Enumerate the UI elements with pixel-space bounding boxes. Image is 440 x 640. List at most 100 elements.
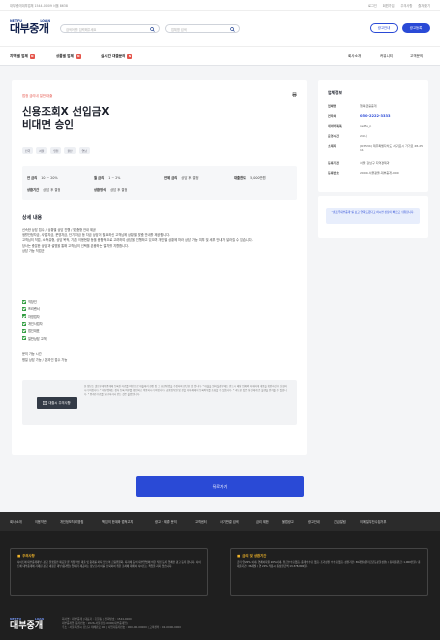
alert-icon <box>43 401 48 405</box>
login-link[interactable]: 로그인 <box>368 3 377 8</box>
footer-link[interactable]: 이용약관 <box>35 519 47 524</box>
footer-link[interactable]: 개인정보처리방침 <box>60 519 83 524</box>
footer-link[interactable]: 책임의 한계와 법적고지 <box>102 519 133 524</box>
footer-warning-text: 사이트에 대부중개대부, 광고 플랫폼만 제공할 뿐 직접적인 대출 및 중개를… <box>17 561 201 569</box>
top-utility-bar: 대부중개대부업체 1544-0009 서울 8638 로그인 회원가입 주의사항… <box>0 0 440 11</box>
footer-warning-box: ■ 주의사항 사이트에 대부중개대부, 광고 플랫폼만 제공할 뿐 직접적인 대출… <box>10 548 208 596</box>
top-contact-text: 대부중개대부업체 1544-0009 서울 8638 <box>10 4 68 8</box>
search-icon[interactable] <box>230 26 235 32</box>
footer-rate-box: ■ 금리 및 상환기간 금리 연20% 이내, 연체이자율 20%이내, 취급수수… <box>230 548 428 596</box>
company-search-input[interactable]: 업체명 검색 <box>165 24 240 33</box>
footer-link[interactable]: 회사소개 <box>10 519 22 524</box>
annual-rate: 연 금리 10 ~ 20% <box>27 176 58 180</box>
nav-item-region[interactable]: 지역별 업체 N <box>10 54 35 59</box>
signup-link[interactable]: 회원가입 <box>383 3 395 8</box>
loan-limit: 대출한도 5,000만원 <box>234 176 266 180</box>
region-tag: 서울 <box>36 147 48 154</box>
footer-info-line: 주소 : 서울특별시 강남구 테헤란로 00 | 사업자등록번호 : 000-0… <box>62 625 181 630</box>
extra-line: 평일 상담 가능 / 온라인 접수 가능 <box>22 357 68 362</box>
list-item: 개인사업자 <box>22 320 47 327</box>
listing-category: 법정 금리내 일반대출 <box>22 94 53 98</box>
print-icon[interactable] <box>292 92 297 97</box>
checkbox-icon <box>22 299 26 304</box>
region-tag: 울산 <box>64 147 76 154</box>
nav-item-contact[interactable]: 고객문의 <box>410 54 423 59</box>
detail-section-title: 상세 내용 <box>22 215 43 221</box>
bookmark-link[interactable]: 즐겨찾기 <box>418 3 430 8</box>
footer-link[interactable]: 불법광고 <box>282 519 294 524</box>
new-badge: N <box>29 54 35 59</box>
nav-item-label: 지역별 업체 <box>10 54 28 58</box>
keyword-search-input[interactable]: 검색어를 입력해주세요 <box>60 24 160 33</box>
warning-icon: ■ <box>17 553 21 558</box>
ad-info-button[interactable]: 광고안내 <box>370 23 398 33</box>
checkbox-icon <box>22 321 26 326</box>
ad-register-button[interactable]: 광고등록 <box>402 23 430 33</box>
contact-tip-banner: "넷프루대부중개"를 보고 연락드렸다고 하시면 상담이 빠르고 쉬워집니다. <box>318 196 428 238</box>
back-button[interactable]: 뒤로가기 <box>136 476 304 497</box>
site-footer: ■ 주의사항 사이트에 대부중개대부, 광고 플랫폼만 제공할 뿐 직접적인 대출… <box>0 531 440 640</box>
site-header: NETFU LOAN 대부중개 검색어를 입력해주세요 업체명 검색 광고안내 광… <box>0 11 440 46</box>
footer-logo: NETFU LOAN 대부중개 <box>10 617 44 631</box>
repay-method: 상환방식 상담 후 결정 <box>94 188 128 192</box>
detail-line: 상담 가능 직업군 <box>22 248 45 253</box>
nav-item-label: 상품별 업체 <box>56 54 74 58</box>
footer-rate-title: ■ 금리 및 상환기간 <box>237 553 267 559</box>
nav-item-about[interactable]: 회사소개 <box>348 54 361 59</box>
region-tags: 전국 서울 인천 울산 연남 <box>22 147 90 154</box>
repay-period: 상환기간 상담 후 결정 <box>27 188 61 192</box>
site-logo[interactable]: NETFU LOAN 대부중개 <box>10 19 50 35</box>
search-icon[interactable] <box>150 26 155 32</box>
notice-text: 본 정보는 넷프루대부중개에 등록된 자료를 바탕으로 대출에서 현장 및 그 … <box>84 385 287 397</box>
notice-label: 대출시 주의사항 <box>37 397 77 409</box>
footer-link[interactable]: 광고 · 제휴 문의 <box>155 519 177 524</box>
footer-link[interactable]: 사기판결 검색 <box>220 519 239 524</box>
keyword-search-placeholder: 검색어를 입력해주세요 <box>66 28 97 32</box>
top-links: 로그인 회원가입 주의사항 즐겨찾기 <box>368 3 430 8</box>
notice-link[interactable]: 주의사항 <box>401 3 413 8</box>
main-nav: 지역별 업체 N 상품별 업체 N 실시간 대출문의 N 회사소개 커뮤니티 고… <box>0 46 440 66</box>
footer-link[interactable]: 고객센터 <box>195 519 207 524</box>
occupation-checklist: 직장인 프리랜서 자영업자 개인사업자 법인대표 일반상담 고객 <box>22 298 47 342</box>
monthly-rate: 월 금리 1 ~ 2% <box>94 176 121 180</box>
footer-nav: 회사소개 이용약관 개인정보처리방침 책임의 한계와 법적고지 광고 · 제휴 … <box>0 512 440 531</box>
phone-link[interactable]: 050-2222-3333 <box>360 114 424 118</box>
footer-link[interactable]: 긴급알림 <box>334 519 346 524</box>
footer-link[interactable]: 이메일무단수집거부 <box>360 519 386 524</box>
region-tag: 전국 <box>22 147 34 154</box>
listing-title: 신용조회X 선입금X 비대면 승인 <box>22 106 282 132</box>
company-info-title: 업체정보 <box>328 90 342 95</box>
region-tag: 연남 <box>78 147 90 154</box>
listing-title-line2: 비대면 승인 <box>22 119 74 131</box>
footer-warning-title: ■ 주의사항 <box>17 553 35 559</box>
nav-item-realtime[interactable]: 실시간 대출문의 N <box>101 54 133 59</box>
logo-main-text: 대부중개 <box>10 22 49 35</box>
list-item: 직장인 <box>22 298 47 305</box>
nav-item-label: 실시간 대출문의 <box>101 54 126 58</box>
checkbox-icon <box>22 306 26 311</box>
region-tag: 인천 <box>50 147 62 154</box>
company-info-card: 업체정보 업체명 행복금융중개 연락처 050-2222-3333 네이버톡톡 net… <box>318 80 428 192</box>
listing-title-line1: 신용조회X 선입금X <box>22 106 110 118</box>
checkbox-icon <box>22 314 26 319</box>
contact-hours: 문의 가능 시간 평일 상담 가능 / 온라인 접수 가능 <box>22 352 67 363</box>
overdue-rate: 연체 금리 상담 후 결정 <box>164 176 199 180</box>
nav-item-product[interactable]: 상품별 업체 N <box>56 54 81 59</box>
list-item: 프리랜서 <box>22 305 47 312</box>
list-item: 자영업자 <box>22 313 47 320</box>
company-search-placeholder: 업체명 검색 <box>171 28 187 32</box>
new-badge: N <box>127 54 133 59</box>
footer-link[interactable]: 금리 제한 <box>256 519 269 524</box>
info-icon: ■ <box>237 553 241 558</box>
contact-tip-text: "넷프루대부중개"를 보고 연락드렸다고 하시면 상담이 빠르고 쉬워집니다. <box>326 208 420 224</box>
list-item: 법인대표 <box>22 327 47 334</box>
footer-link[interactable]: 광고안내 <box>308 519 320 524</box>
footer-rate-text: 금리 연20% 이내, 연체이자율 20%이내, 취급수수료없음, 중개수수료 … <box>237 561 421 569</box>
detail-description: 신속한 상담 접수 / 상황별 상담 진행 / 맞춤형 안내 제공 생활안정자금… <box>22 228 297 254</box>
checkbox-icon <box>22 336 26 341</box>
checkbox-icon <box>22 328 26 333</box>
new-badge: N <box>75 54 81 59</box>
loan-spec-box: 연 금리 10 ~ 20% 월 금리 1 ~ 2% 연체 금리 상담 후 결정 대출한… <box>22 166 297 200</box>
list-item: 일반상담 고객 <box>22 334 47 341</box>
nav-item-community[interactable]: 커뮤니티 <box>380 54 393 59</box>
